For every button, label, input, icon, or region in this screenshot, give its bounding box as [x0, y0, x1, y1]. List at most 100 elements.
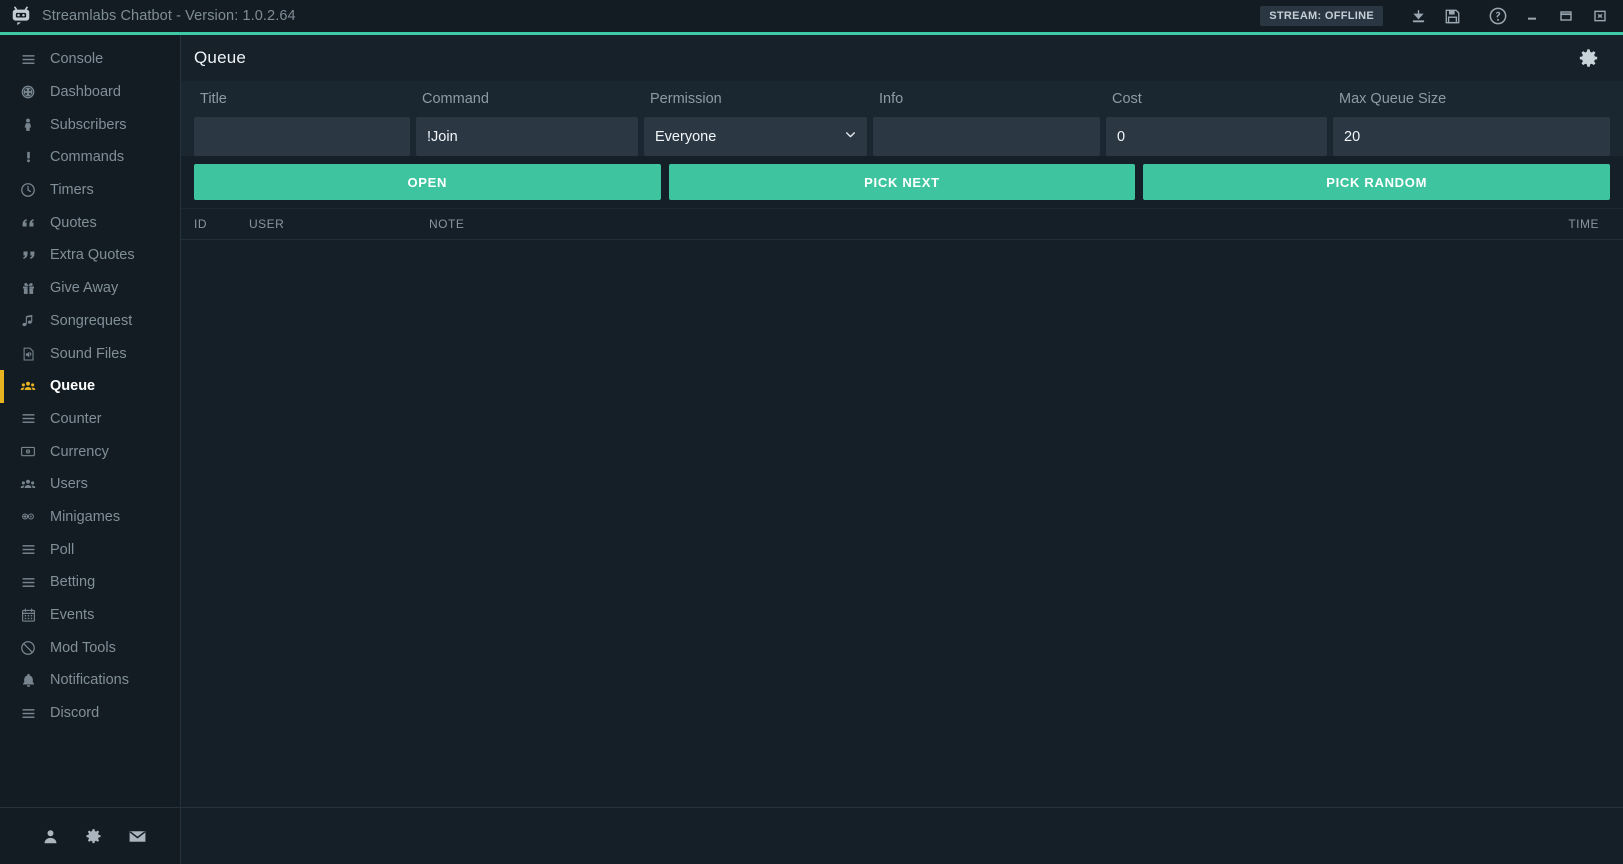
permission-select[interactable]: EveryoneRegularSubscriberModeratorEditor [644, 117, 867, 156]
clock-icon [17, 182, 39, 198]
download-icon[interactable] [1401, 0, 1435, 34]
sidebar-item-sound-files[interactable]: Sound Files [0, 337, 180, 370]
list-icon [17, 542, 39, 557]
sidebar-item-label: Poll [50, 542, 74, 558]
sidebar-item-label: Events [50, 607, 94, 623]
titlebar-controls: STREAM: OFFLINE [1260, 0, 1617, 34]
label-command: Command [416, 91, 644, 107]
exclamation-icon [17, 149, 39, 165]
sidebar-item-label: Console [50, 51, 103, 67]
sidebar-item-label: Notifications [50, 672, 129, 688]
sidebar-item-label: Users [50, 476, 88, 492]
info-input[interactable] [873, 117, 1100, 156]
sidebar-item-events[interactable]: Events [0, 599, 180, 632]
title-input[interactable] [194, 117, 410, 156]
gamepad-icon [17, 510, 39, 523]
label-permission: Permission [644, 91, 873, 107]
sidebar-item-timers[interactable]: Timers [0, 174, 180, 207]
table-empty-state [181, 240, 1623, 807]
sidebar-item-songrequest[interactable]: Songrequest [0, 305, 180, 338]
sidebar-item-label: Subscribers [50, 117, 127, 133]
sidebar-item-label: Discord [50, 705, 99, 721]
sidebar-item-discord[interactable]: Discord [0, 697, 180, 730]
sidebar-item-currency[interactable]: Currency [0, 435, 180, 468]
sidebar-item-label: Extra Quotes [50, 247, 135, 263]
sidebar-item-poll[interactable]: Poll [0, 533, 180, 566]
app-title: Streamlabs Chatbot - Version: 1.0.2.64 [42, 8, 296, 24]
sound-file-icon [17, 346, 39, 362]
sidebar-item-extra-quotes[interactable]: Extra Quotes [0, 239, 180, 272]
help-icon[interactable] [1481, 0, 1515, 34]
save-icon[interactable] [1435, 0, 1469, 34]
sidebar-item-label: Counter [50, 411, 102, 427]
table-body[interactable] [181, 240, 1623, 807]
minimize-icon[interactable] [1515, 0, 1549, 34]
page-title: Queue [194, 48, 246, 68]
column-header-time[interactable]: TIME [1539, 217, 1599, 231]
sidebar-item-betting[interactable]: Betting [0, 566, 180, 599]
gear-icon[interactable] [1578, 48, 1599, 69]
users-group-icon [17, 379, 39, 394]
page-header: Queue [181, 35, 1623, 81]
ban-icon [17, 640, 39, 656]
mail-icon[interactable] [128, 827, 147, 846]
sidebar-item-label: Quotes [50, 215, 97, 231]
sidebar-item-label: Commands [50, 149, 124, 165]
command-input[interactable] [416, 117, 638, 156]
sidebar-item-label: Songrequest [50, 313, 132, 329]
chatbot-logo-icon [10, 5, 32, 27]
sidebar-item-dashboard[interactable]: Dashboard [0, 76, 180, 109]
column-header-user[interactable]: USER [249, 217, 429, 231]
quote-right-icon [17, 215, 39, 230]
account-icon[interactable] [42, 828, 59, 845]
sidebar-item-users[interactable]: Users [0, 468, 180, 501]
label-max-queue-size: Max Queue Size [1333, 91, 1610, 107]
sidebar-item-queue[interactable]: Queue [0, 370, 180, 403]
queue-action-buttons: OPEN PICK NEXT PICK RANDOM [181, 156, 1623, 208]
sidebar-item-notifications[interactable]: Notifications [0, 664, 180, 697]
sidebar-item-label: Minigames [50, 509, 120, 525]
column-header-id[interactable]: ID [194, 217, 249, 231]
sidebar-item-commands[interactable]: Commands [0, 141, 180, 174]
pick-next-button[interactable]: PICK NEXT [669, 164, 1136, 200]
sidebar-item-counter[interactable]: Counter [0, 403, 180, 436]
title-bar: Streamlabs Chatbot - Version: 1.0.2.64 S… [0, 0, 1623, 35]
column-header-note[interactable]: NOTE [429, 217, 1539, 231]
app-body: Console Dashboard Subscribers Commands Timer… [0, 35, 1623, 864]
main-status-strip [181, 807, 1623, 864]
close-icon[interactable] [1583, 0, 1617, 34]
music-note-icon [17, 313, 39, 329]
users-group-icon [17, 477, 39, 492]
sidebar: Console Dashboard Subscribers Commands Timer… [0, 35, 181, 864]
sidebar-item-quotes[interactable]: Quotes [0, 206, 180, 239]
sidebar-item-label: Betting [50, 574, 95, 590]
max-queue-size-input[interactable] [1333, 117, 1610, 156]
sidebar-item-mod-tools[interactable]: Mod Tools [0, 631, 180, 664]
list-icon [17, 575, 39, 590]
label-cost: Cost [1106, 91, 1333, 107]
stream-status-badge: STREAM: OFFLINE [1260, 6, 1383, 26]
main-content: Queue Title Command Permission Info Cost… [181, 35, 1623, 864]
pick-random-button[interactable]: PICK RANDOM [1143, 164, 1610, 200]
list-icon [17, 52, 39, 67]
open-button[interactable]: OPEN [194, 164, 661, 200]
cost-input[interactable] [1106, 117, 1327, 156]
list-icon [17, 706, 39, 721]
maximize-icon[interactable] [1549, 0, 1583, 34]
dashboard-icon [17, 84, 39, 100]
queue-table: ID USER NOTE TIME [181, 208, 1623, 807]
list-icon [17, 411, 39, 426]
settings-gear-icon[interactable] [85, 828, 102, 845]
sidebar-item-label: Currency [50, 444, 109, 460]
person-icon [17, 117, 39, 133]
sidebar-item-label: Queue [50, 378, 95, 394]
sidebar-item-give-away[interactable]: Give Away [0, 272, 180, 305]
quote-left-icon [17, 248, 39, 263]
sidebar-item-console[interactable]: Console [0, 43, 180, 76]
form-labels-row: Title Command Permission Info Cost Max Q… [194, 81, 1610, 117]
sidebar-item-label: Sound Files [50, 346, 127, 362]
calendar-icon [17, 607, 39, 623]
queue-settings-form: Title Command Permission Info Cost Max Q… [181, 81, 1623, 156]
sidebar-item-subscribers[interactable]: Subscribers [0, 108, 180, 141]
sidebar-item-minigames[interactable]: Minigames [0, 501, 180, 534]
